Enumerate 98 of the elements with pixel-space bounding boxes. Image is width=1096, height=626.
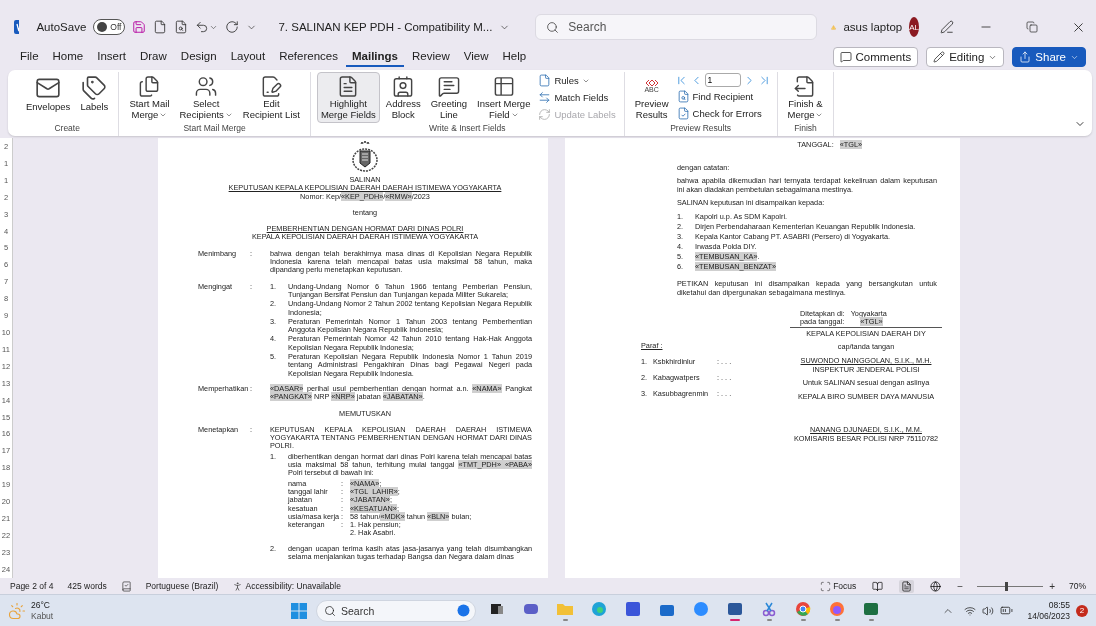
menu-tab[interactable]: Mailings bbox=[346, 47, 404, 67]
record-number-field[interactable]: 1 bbox=[704, 73, 741, 87]
document-check-icon bbox=[676, 107, 690, 120]
header-button[interactable]: Share bbox=[1012, 47, 1086, 67]
pencil-icon bbox=[933, 51, 946, 63]
redo-icon bbox=[225, 20, 240, 34]
menu-tab[interactable]: Draw bbox=[134, 47, 173, 67]
start-button[interactable] bbox=[290, 601, 308, 620]
four-squares-icon bbox=[290, 601, 308, 620]
document-search-icon bbox=[174, 20, 189, 34]
battery-icon bbox=[1000, 604, 1014, 617]
pen-icon bbox=[940, 20, 954, 34]
print-preview-button[interactable] bbox=[174, 20, 189, 34]
group-label: Preview Results bbox=[669, 123, 733, 135]
redo-button[interactable] bbox=[225, 20, 240, 34]
menu-tab[interactable]: Layout bbox=[224, 47, 272, 67]
zoom-level[interactable]: 70% bbox=[1069, 581, 1086, 591]
ribbon-button[interactable]: Finish & Merge bbox=[783, 72, 828, 123]
document-icon bbox=[538, 74, 552, 87]
round-app-icon bbox=[693, 600, 709, 617]
group-label: Write & Insert Fields bbox=[428, 123, 507, 135]
ribbon-button[interactable]: Check for Errors bbox=[674, 106, 771, 121]
header-button[interactable]: Editing bbox=[926, 47, 1005, 67]
ribbon-button[interactable]: Highlight Merge Fields bbox=[316, 72, 380, 123]
focus-icon bbox=[820, 580, 832, 592]
header-button[interactable]: Comments bbox=[832, 47, 919, 67]
document-title[interactable]: 7. SALINAN KEP PDH - Compatibility M... bbox=[278, 21, 493, 33]
weather-icon bbox=[8, 601, 26, 620]
taskbar-search-field[interactable]: Search bbox=[316, 599, 476, 622]
undo-icon bbox=[195, 20, 210, 34]
restore-button[interactable] bbox=[1026, 21, 1038, 33]
menu-tab[interactable]: Help bbox=[496, 47, 533, 67]
document-search-icon bbox=[676, 90, 690, 103]
ribbon-button[interactable]: Edit Recipient List bbox=[238, 72, 304, 123]
menu-tab[interactable]: Review bbox=[406, 47, 456, 67]
save-icon bbox=[132, 20, 147, 34]
view-button[interactable] bbox=[928, 579, 944, 593]
app-logo-icon bbox=[14, 20, 20, 34]
arrows-icon bbox=[538, 91, 552, 104]
ribbon-button[interactable]: Match Fields bbox=[536, 90, 618, 105]
account-avatar[interactable]: AL bbox=[909, 17, 919, 37]
proofing-icon bbox=[120, 580, 132, 592]
account-name: asus laptop bbox=[843, 21, 903, 33]
view-button[interactable] bbox=[899, 579, 915, 593]
language-label[interactable]: Portuguese (Brazil) bbox=[145, 581, 219, 591]
restore-icon bbox=[1026, 21, 1038, 33]
ribbon-button[interactable]: Envelopes bbox=[22, 72, 75, 123]
ribbon-button[interactable]: Select Recipients bbox=[175, 72, 237, 123]
group-label: Create bbox=[53, 123, 81, 135]
ribbon-button[interactable]: Address Block bbox=[381, 72, 425, 123]
page-icon bbox=[901, 580, 913, 592]
square-app-icon bbox=[625, 600, 641, 617]
zoom-in-button[interactable]: + bbox=[1049, 580, 1055, 592]
view-button[interactable] bbox=[870, 579, 886, 593]
ribbon-button[interactable]: Labels bbox=[76, 72, 113, 123]
new-document-button[interactable] bbox=[153, 20, 168, 34]
speaker-icon bbox=[982, 604, 995, 617]
wifi-icon bbox=[964, 604, 977, 617]
scissors-icon bbox=[761, 600, 777, 617]
menu-tab[interactable]: Insert bbox=[91, 47, 132, 67]
menu-tab[interactable]: Home bbox=[46, 47, 90, 67]
group-label: Finish bbox=[793, 123, 818, 135]
save-button[interactable] bbox=[132, 20, 147, 34]
book-icon bbox=[872, 580, 884, 592]
pen-button[interactable] bbox=[940, 20, 954, 34]
ribbon-button[interactable]: Find Recipient bbox=[674, 89, 771, 104]
ribbon-button[interactable]: Insert Merge Field bbox=[473, 72, 535, 123]
zoom-thumb[interactable] bbox=[1004, 581, 1008, 591]
focus-button[interactable]: Focus bbox=[833, 581, 857, 591]
notification-badge[interactable]: 2 bbox=[1076, 604, 1088, 617]
menu-tab[interactable]: File bbox=[14, 47, 45, 67]
menu-tab[interactable]: Design bbox=[174, 47, 223, 67]
tag-icon bbox=[81, 75, 108, 101]
page-count[interactable]: Page 2 of 4 bbox=[10, 581, 54, 591]
search-field[interactable]: Search bbox=[535, 14, 818, 40]
menu-tab[interactable]: View bbox=[457, 47, 495, 67]
autosave-toggle[interactable]: Off bbox=[93, 19, 126, 35]
menu-tab[interactable]: References bbox=[273, 47, 344, 67]
circle-icon bbox=[457, 604, 470, 617]
zoom-out-button[interactable]: − bbox=[957, 580, 964, 592]
ribbon-button[interactable]: Greeting Line bbox=[426, 72, 472, 123]
weather-condition[interactable]: Kabut bbox=[31, 610, 54, 622]
group-label: Start Mail Merge bbox=[182, 123, 247, 135]
globe-icon bbox=[930, 580, 942, 592]
accessibility-icon bbox=[232, 580, 244, 592]
clock[interactable]: 08:55 14/06/2023 bbox=[1027, 599, 1070, 622]
document-icon bbox=[153, 20, 168, 34]
accessibility-status[interactable]: Accessibility: Unavailable bbox=[245, 581, 341, 591]
temperature-text[interactable]: 26°C bbox=[31, 599, 50, 611]
word-count[interactable]: 425 words bbox=[67, 581, 107, 591]
ring-circle-icon bbox=[795, 600, 811, 617]
comment-icon bbox=[839, 51, 852, 63]
undo-button[interactable] bbox=[195, 20, 219, 34]
ribbon-button[interactable]: Rules bbox=[536, 73, 618, 88]
share-icon bbox=[1019, 51, 1032, 63]
ribbon-button[interactable]: Start Mail Merge bbox=[125, 72, 174, 123]
refresh-icon bbox=[538, 108, 552, 121]
autosave-label: AutoSave bbox=[36, 21, 87, 33]
